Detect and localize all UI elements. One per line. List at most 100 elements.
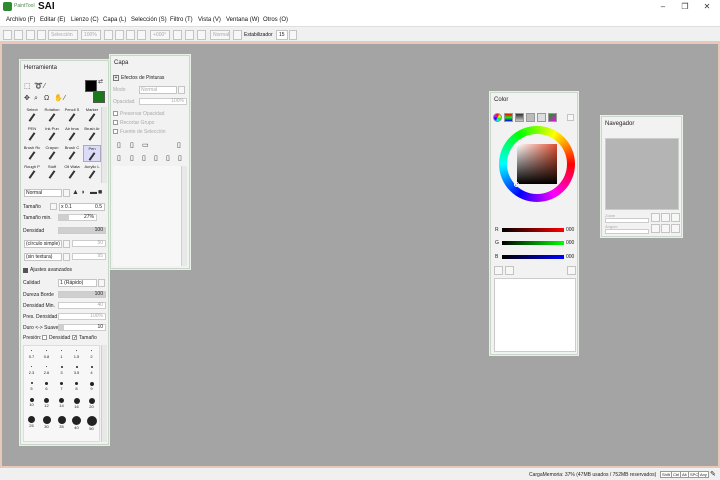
brush-size-cell[interactable]: 2	[84, 350, 99, 363]
navigator-preview[interactable]	[605, 138, 679, 210]
tb-button[interactable]	[14, 30, 23, 40]
mixer-mode-icon[interactable]	[548, 113, 557, 122]
green-value[interactable]: 000	[566, 240, 574, 246]
zoom-in-button[interactable]	[115, 30, 124, 40]
tool-crayon[interactable]: Crayon	[43, 145, 61, 162]
brush-size-cell[interactable]: 20	[84, 398, 99, 411]
stabilizer-dropdown[interactable]	[289, 30, 297, 40]
opacity-slider[interactable]: 100%	[139, 98, 187, 105]
minimize-button[interactable]: –	[657, 2, 669, 12]
pressure-size-checkbox[interactable]: ✓	[72, 335, 77, 341]
advanced-settings-label[interactable]: Ajustes avanzados	[30, 267, 72, 273]
move-icon[interactable]: ✥	[24, 95, 30, 102]
navigator-zoom-reset-button[interactable]	[671, 213, 680, 222]
paint-effects-label[interactable]: Efectos de Pinturas	[121, 75, 164, 81]
red-slider[interactable]	[502, 228, 564, 232]
rotate-reset-button[interactable]	[197, 30, 206, 40]
copy-layer-icon[interactable]: ▯	[117, 155, 121, 162]
hand-icon[interactable]: ✋	[54, 95, 63, 102]
brush-size-cell[interactable]: 50	[84, 416, 99, 431]
brush-size-cell[interactable]: 16	[69, 398, 84, 411]
blue-value[interactable]: 000	[566, 254, 574, 260]
angle-field[interactable]: +000°	[150, 30, 170, 40]
stabilizer-field[interactable]: 15	[276, 30, 288, 40]
brush-size-cell[interactable]: 4	[84, 366, 99, 379]
navigator-zoom-out-button[interactable]	[651, 213, 660, 222]
tool-oil-wata[interactable]: Oil Wata	[63, 164, 81, 181]
navigator-rotate-left-button[interactable]	[651, 224, 660, 233]
brush-size-cell[interactable]: 14	[54, 398, 69, 411]
brush-size-cell[interactable]: 1	[54, 350, 69, 363]
brush-size-cell[interactable]: 0.8	[39, 350, 54, 363]
menu-filtro[interactable]: Filtro (T)	[170, 17, 193, 23]
magic-wand-icon[interactable]: ⁄	[44, 83, 45, 90]
selection-source-checkbox[interactable]	[113, 129, 118, 134]
menu-vista[interactable]: Vista (V)	[198, 17, 221, 23]
saturation-value-square[interactable]	[517, 144, 557, 184]
brush-size-cell[interactable]: 30	[39, 416, 54, 429]
tb-button[interactable]	[37, 30, 46, 40]
pressure-density-checkbox[interactable]	[42, 335, 47, 340]
brush-size-cell[interactable]: 6	[39, 382, 54, 395]
brush-shape-cone-icon[interactable]: ▲	[72, 189, 79, 196]
tool-brush-ar[interactable]: Brush Ar	[83, 126, 101, 143]
mode-field[interactable]: Normal	[210, 30, 230, 40]
menu-ventana[interactable]: Ventana (W)	[226, 17, 259, 23]
new-layer-icon[interactable]: ▯	[117, 142, 121, 149]
delete-layer-icon[interactable]: ▯	[177, 142, 181, 149]
tool-pencil-s[interactable]: Pencil S	[63, 107, 81, 124]
pressure-density-slider[interactable]: 100%	[58, 313, 106, 320]
zoom-field[interactable]: 100%	[81, 30, 101, 40]
menu-otros[interactable]: Otros (O)	[263, 17, 288, 23]
texture-select[interactable]: (sin textura)	[24, 253, 62, 261]
navigator-zoom-in-button[interactable]	[661, 213, 670, 222]
tool-brush-c[interactable]: Brush C	[63, 145, 81, 162]
scratchpad-mode-icon[interactable]	[537, 113, 546, 122]
brush-shape-select[interactable]: (círculo simple)	[24, 240, 62, 248]
expand-icon[interactable]: +	[113, 75, 119, 81]
zoom-icon[interactable]: ⌕	[34, 95, 38, 102]
min-density-slider[interactable]: 40	[58, 302, 106, 309]
tool-grid-scrollbar[interactable]	[101, 107, 107, 183]
tool-stuff[interactable]: Stuff	[43, 164, 61, 181]
merge-down-icon[interactable]: ▯	[142, 155, 146, 162]
marquee-icon[interactable]: ⬚	[24, 83, 31, 90]
brush-size-cell[interactable]: 8	[69, 382, 84, 395]
brush-size-cell[interactable]: 0.7	[24, 350, 39, 363]
hsv-slider-mode-icon[interactable]	[515, 113, 524, 122]
color-swatch-button[interactable]	[494, 266, 503, 275]
brush-size-cell[interactable]: 1.5	[69, 350, 84, 363]
secondary-color-swatch[interactable]	[93, 91, 105, 103]
blend-mode-select[interactable]: Normal	[24, 189, 62, 197]
close-button[interactable]: ✕	[701, 2, 713, 12]
rotate-right-button[interactable]	[185, 30, 194, 40]
brush-size-cell[interactable]: 10	[24, 398, 39, 411]
layer-list-scrollbar[interactable]	[181, 166, 187, 266]
tool-air-brush[interactable]: Air brus	[63, 126, 81, 143]
brush-shape-dome-icon[interactable]: ◗	[81, 189, 85, 196]
min-size-slider[interactable]: 27%	[58, 214, 97, 221]
brush-size-cell[interactable]: 35	[54, 416, 69, 429]
navigator-zoom-slider[interactable]	[605, 218, 649, 223]
color-swatch-menu-button[interactable]	[567, 266, 576, 275]
density-slider[interactable]: 100	[58, 227, 106, 234]
hard-soft-slider[interactable]: 10	[58, 324, 106, 331]
brush-size-cell[interactable]: 25	[24, 416, 39, 429]
menu-seleccion[interactable]: Selección (S)	[131, 17, 167, 23]
menu-archivo[interactable]: Archivo (F)	[6, 17, 35, 23]
texture-dropdown[interactable]	[63, 253, 70, 261]
rotate-left-button[interactable]	[173, 30, 182, 40]
blue-slider[interactable]	[502, 255, 564, 259]
tool-acrylic[interactable]: Acrylic L	[83, 164, 101, 181]
maximize-button[interactable]: ❐	[679, 2, 691, 12]
brush-size-cell[interactable]: 3	[54, 366, 69, 379]
menu-capa[interactable]: Capa (L)	[103, 17, 126, 23]
brush-size-cell[interactable]: 40	[69, 416, 84, 430]
tool-marker[interactable]: Marker	[83, 107, 101, 124]
hardness-slider[interactable]: 100	[58, 291, 106, 298]
zoom-reset-button[interactable]	[126, 30, 135, 40]
clip-group-checkbox[interactable]	[113, 120, 118, 125]
brush-shape-square-icon[interactable]: ■	[98, 189, 102, 196]
swatch-mode-icon[interactable]	[526, 113, 535, 122]
menu-editar[interactable]: Editar (E)	[40, 17, 65, 23]
